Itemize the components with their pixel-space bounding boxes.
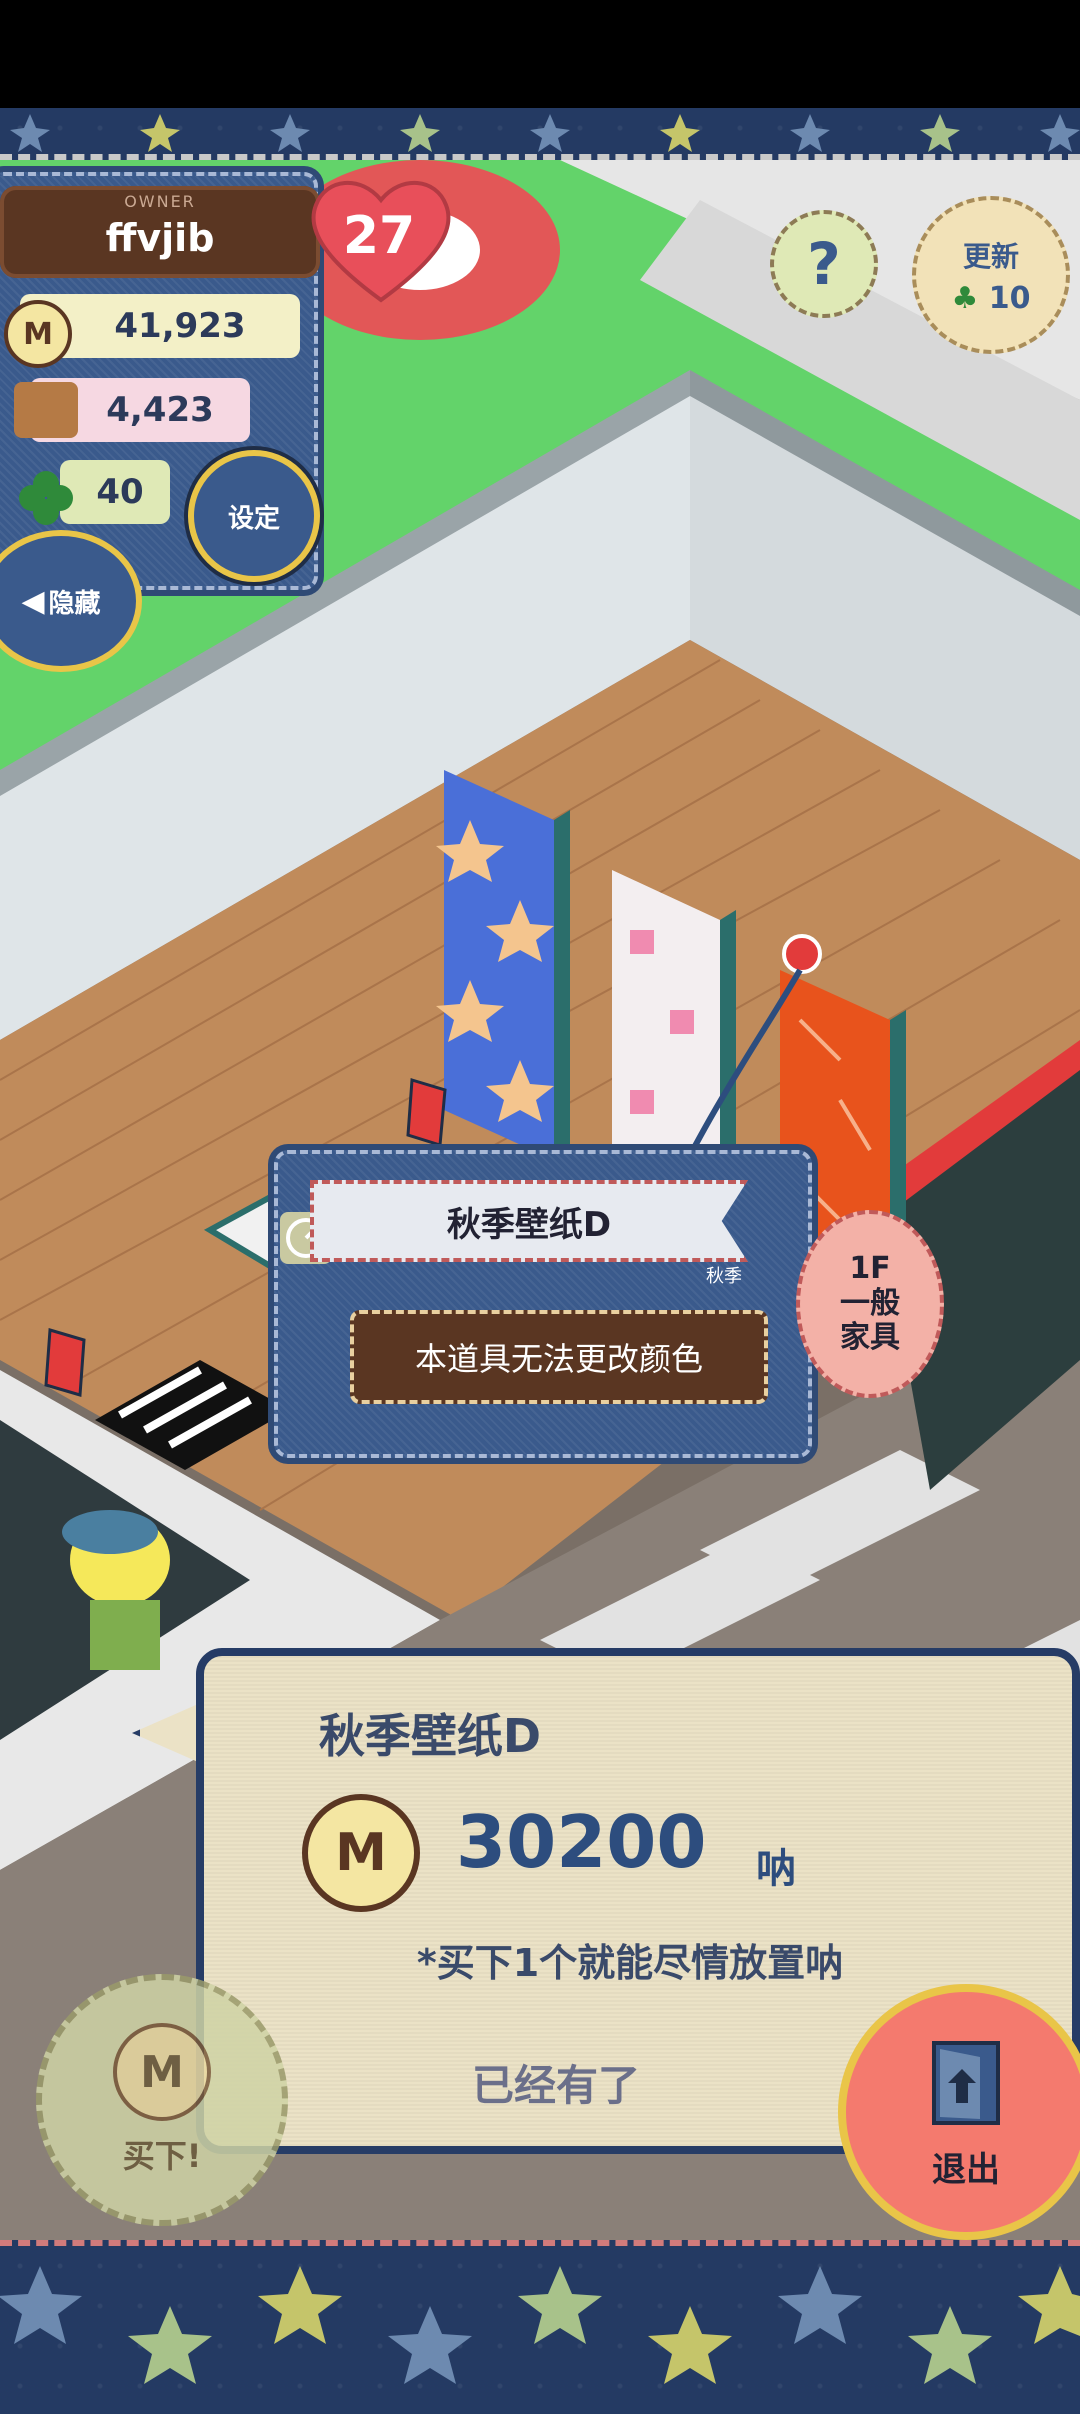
owner-name: ffvjib <box>105 216 215 260</box>
owned-status: 已经有了 <box>471 2061 640 2110</box>
level-value: 27 <box>342 206 416 266</box>
door-icon <box>916 2033 1016 2142</box>
coin-icon: M <box>302 1794 420 1912</box>
clover-small-icon: ♣ <box>951 280 979 316</box>
floor-category-badge[interactable]: 1F 一般 家具 <box>796 1210 944 1398</box>
category-line2: 家具 <box>840 1320 900 1356</box>
star-pattern <box>10 114 1080 152</box>
back-arrow-icon: ◀ <box>21 583 45 619</box>
settings-button[interactable]: 设定 <box>188 450 320 582</box>
floor-label: 1F <box>849 1251 891 1287</box>
level-heart: 27 <box>306 170 456 310</box>
update-count: ♣ 10 <box>951 280 1031 316</box>
buy-button[interactable]: M 买下! <box>36 1974 288 2226</box>
item-title: 秋季壁纸D <box>310 1180 748 1262</box>
exit-label: 退出 <box>932 2150 1000 2190</box>
owner-caption: OWNER <box>124 192 196 211</box>
owner-tag: OWNER ffvjib <box>0 186 320 278</box>
clover-icon <box>16 468 76 528</box>
status-bar <box>0 0 1080 108</box>
item-season-tag: 秋季 <box>706 1266 742 1287</box>
basket-value: 4,423 <box>106 390 214 430</box>
price-unit: 呐 <box>756 1846 796 1892</box>
update-label: 更新 <box>962 239 1019 273</box>
bottom-decor-strip <box>0 2240 1080 2414</box>
top-decor-strip <box>0 108 1080 160</box>
purchase-price: 30200 <box>456 1800 707 1884</box>
purchase-item-name: 秋季壁纸D <box>318 1709 542 1763</box>
star-pattern <box>0 2266 1080 2384</box>
hide-label: 隐藏 <box>48 588 101 619</box>
coins-value: 41,923 <box>114 306 246 346</box>
help-button[interactable]: ? <box>770 210 878 318</box>
clover-bar: 40 <box>60 460 170 524</box>
coin-icon: M <box>113 2023 211 2121</box>
update-button[interactable]: 更新 ♣ 10 <box>912 196 1070 354</box>
coin-icon: M <box>4 300 72 368</box>
category-line1: 一般 <box>840 1285 900 1321</box>
purchase-note: *买下1个就能尽情放置呐 <box>416 1941 844 1985</box>
clover-value: 40 <box>96 472 144 512</box>
color-lock-note: 本道具无法更改颜色 <box>350 1310 768 1404</box>
buy-label: 买下! <box>122 2137 202 2175</box>
exit-button[interactable]: 退出 <box>838 1984 1080 2240</box>
basket-icon <box>14 382 78 438</box>
